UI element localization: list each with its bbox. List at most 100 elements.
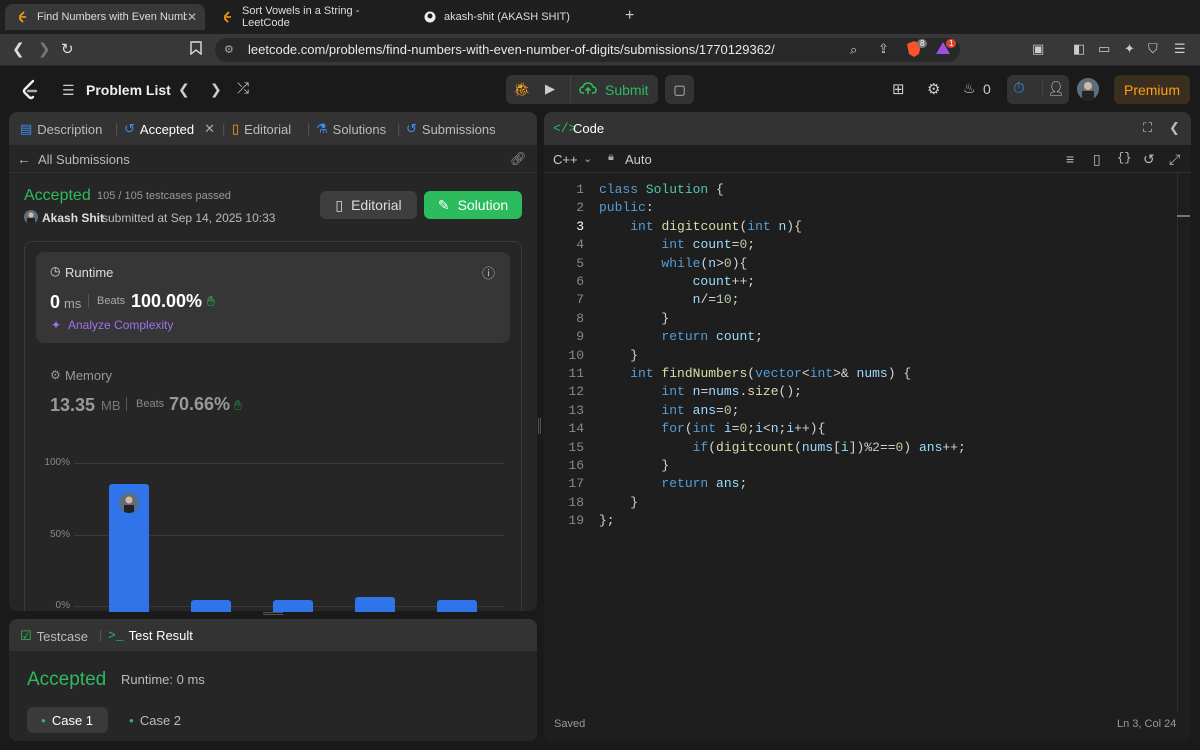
analyze-complexity-link[interactable]: Analyze Complexity (68, 318, 173, 332)
browser-tab[interactable]: Sort Vowels in a String - LeetCode (210, 4, 410, 30)
tab-submissions[interactable]: ↺ Submissions (406, 121, 496, 137)
leetcode-logo-icon[interactable] (20, 79, 40, 104)
code-line[interactable]: if(digitcount(nums[i])%2==0) ans++; (599, 439, 966, 457)
bookmark-icon[interactable] (190, 41, 202, 58)
info-icon[interactable]: ⓘ (482, 263, 495, 282)
share-icon[interactable]: ⇪ (878, 41, 889, 57)
line-number: 18 (568, 494, 584, 510)
leo-ai-icon[interactable]: ✦ (1124, 41, 1135, 57)
all-submissions-link[interactable]: All Submissions (38, 152, 130, 167)
close-tab-icon[interactable]: ✕ (187, 10, 197, 24)
url-text[interactable]: leetcode.com/problems/find-numbers-with-… (248, 42, 775, 57)
vpn-icon[interactable]: ⛉ (1148, 41, 1158, 57)
code-line[interactable]: int count=0; (599, 236, 755, 254)
case-1-tab[interactable]: ● Case 1 (27, 707, 108, 733)
settings-icon[interactable]: ⚙ (927, 80, 940, 98)
browser-tab[interactable]: akash-shit (AKASH SHIT) (412, 4, 612, 30)
solution-button[interactable]: ✎ Solution (424, 191, 522, 219)
reader-mode-icon[interactable]: ▣ (1032, 41, 1044, 57)
scrollbar-track[interactable] (1177, 173, 1178, 713)
language-select[interactable]: C++ (553, 152, 578, 167)
code-line[interactable]: int findNumbers(vector<int>& nums) { (599, 365, 911, 383)
prev-problem-icon[interactable]: ❮ (178, 81, 190, 98)
run-icon[interactable]: ▶ (545, 81, 555, 97)
add-friend-icon[interactable]: 👤︎ (1042, 80, 1065, 97)
pass-dot-icon: ● (41, 715, 46, 725)
tab-testcase[interactable]: ☑ Testcase (20, 628, 88, 644)
tab-accepted[interactable]: ↺ Accepted ✕ (124, 121, 215, 137)
chevron-down-icon[interactable]: ⌄ (583, 152, 592, 165)
new-tab-icon[interactable]: + (625, 7, 634, 25)
code-line[interactable]: for(int i=0;i<n;i++){ (599, 420, 825, 438)
line-number: 3 (576, 218, 584, 234)
braces-icon[interactable]: {} (1117, 151, 1131, 165)
auto-mode-label[interactable]: Auto (625, 152, 652, 167)
tab-test-result[interactable]: >_ Test Result (108, 628, 193, 643)
user-avatar[interactable] (1077, 78, 1099, 100)
code-line[interactable]: class Solution { (599, 181, 724, 199)
timer-icon[interactable]: ⏱ (1013, 80, 1025, 97)
code-line[interactable]: } (599, 347, 638, 365)
shuffle-icon[interactable]: ⤮ (237, 80, 249, 97)
share-link-icon[interactable]: 🔗︎ (510, 151, 527, 167)
fullscreen-icon[interactable]: ⤢ (1169, 151, 1180, 168)
case-2-tab[interactable]: ● Case 2 (115, 707, 196, 733)
chart-bar[interactable] (273, 600, 313, 612)
browser-tab-active[interactable]: Find Numbers with Even Numbe ✕ (5, 4, 205, 30)
premium-button[interactable]: Premium (1114, 75, 1190, 104)
collapse-icon[interactable]: ❮ (1169, 120, 1180, 136)
code-line[interactable]: count++; (599, 273, 755, 291)
code-line[interactable]: } (599, 457, 669, 475)
reload-icon[interactable]: ↻ (61, 40, 74, 58)
notes-button[interactable]: ▢ (665, 75, 694, 104)
memory-beats: 70.66% (169, 394, 231, 414)
code-line[interactable]: int ans=0; (599, 402, 739, 420)
format-icon[interactable]: ≡ (1066, 151, 1074, 167)
chart-bar[interactable] (355, 597, 395, 612)
back-icon[interactable]: ❮ (12, 40, 25, 58)
streak-fire-icon[interactable]: ♨ (963, 80, 976, 97)
line-number: 6 (576, 274, 584, 289)
submitter-name[interactable]: Akash Shit (42, 211, 104, 225)
layout-icon[interactable]: ⊞ (892, 80, 905, 98)
site-settings-icon[interactable]: ⚙ (224, 43, 234, 56)
chart-bar[interactable] (191, 600, 231, 612)
code-editor[interactable]: class Solution {public: int digitcount(i… (599, 181, 1179, 531)
code-line[interactable]: } (599, 494, 638, 512)
back-arrow-icon[interactable]: ← (17, 151, 31, 167)
sidebar-toggle-icon[interactable]: ◧ (1073, 41, 1085, 57)
chart-bar[interactable] (437, 600, 477, 612)
bookmark-icon[interactable]: ▯ (1093, 151, 1101, 168)
wallet-icon[interactable]: ▭ (1098, 41, 1110, 57)
runtime-distribution-chart[interactable]: 100% 50% 0% (24, 440, 522, 612)
tab-editorial[interactable]: ▯ Editorial (232, 121, 291, 137)
next-problem-icon[interactable]: ❯ (210, 81, 222, 98)
vertical-resize-handle[interactable] (263, 612, 283, 615)
forward-icon[interactable]: ❯ (38, 40, 51, 58)
horizontal-resize-handle[interactable] (538, 418, 541, 434)
code-line[interactable]: return count; (599, 328, 762, 346)
memory-unit: MB (101, 398, 121, 413)
code-line[interactable]: n/=10; (599, 291, 740, 309)
editorial-button[interactable]: ▯ Editorial (320, 191, 417, 219)
scrollbar-marker (1177, 215, 1190, 217)
code-line[interactable]: int digitcount(int n){ (599, 218, 802, 236)
close-tab-icon[interactable]: ✕ (204, 121, 215, 137)
flask-icon: ⚗ (316, 121, 328, 136)
tab-solutions[interactable]: ⚗ Solutions (316, 121, 386, 137)
problem-list-link[interactable]: Problem List (86, 82, 171, 98)
code-line[interactable]: return ans; (599, 475, 747, 493)
code-line[interactable]: int n=nums.size(); (599, 383, 802, 401)
code-line[interactable]: } (599, 310, 669, 328)
code-line[interactable]: public: (599, 199, 654, 217)
memory-value: 13.35 (50, 395, 96, 415)
debug-icon[interactable]: 🐞︎ (513, 81, 531, 98)
maximize-icon[interactable]: ⛶ (1143, 120, 1152, 136)
code-line[interactable]: while(n>0){ (599, 255, 747, 273)
reset-icon[interactable]: ↺ (1143, 151, 1155, 168)
menu-icon[interactable]: ☰ (1174, 41, 1186, 57)
submit-button[interactable]: Submit (570, 76, 656, 103)
zoom-icon[interactable]: ⌕ (850, 42, 857, 58)
code-line[interactable]: }; (599, 512, 615, 530)
tab-description[interactable]: ▤ Description (20, 121, 102, 137)
